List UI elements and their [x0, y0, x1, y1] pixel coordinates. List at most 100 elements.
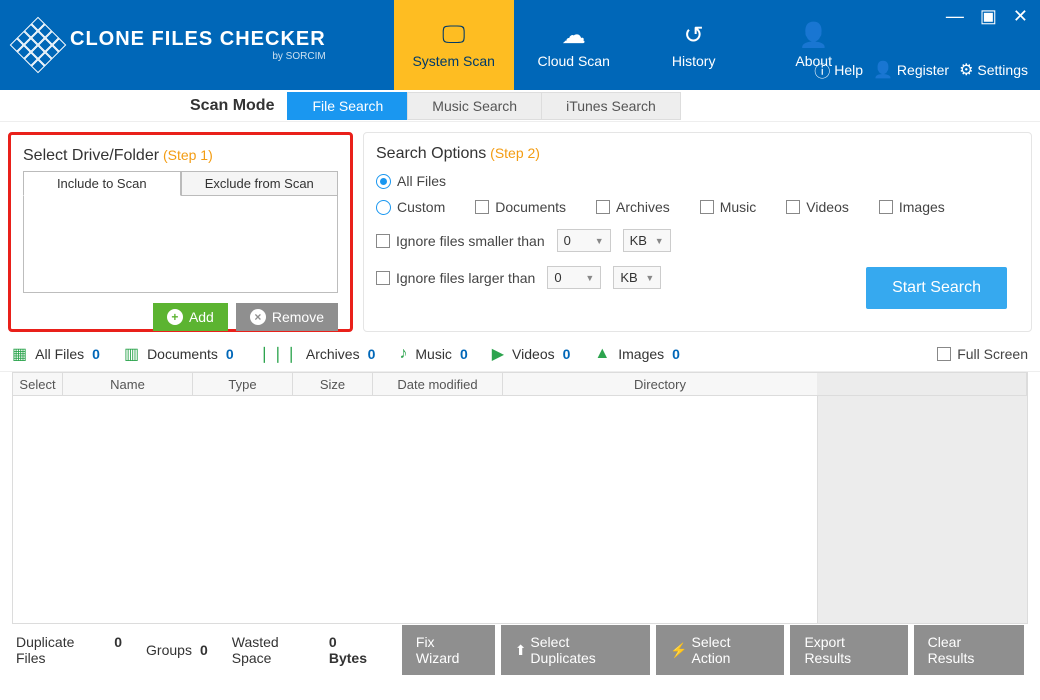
monitor-search-icon: 🖵 — [442, 21, 465, 51]
radio-custom[interactable]: Custom — [376, 199, 445, 215]
videos-icon: ▶ — [492, 344, 504, 364]
start-search-button[interactable]: Start Search — [866, 267, 1007, 309]
help-link[interactable]: ⓘHelp — [814, 58, 863, 82]
tab-file-search[interactable]: File Search — [287, 92, 408, 120]
tab-music-search[interactable]: Music Search — [407, 92, 542, 120]
all-files-icon: ▦ — [12, 344, 27, 364]
user-icon: 👤 — [873, 60, 893, 80]
logo-area: CLONE FILES CHECKER by SORCIM — [0, 0, 344, 90]
tab-exclude[interactable]: Exclude from Scan — [181, 171, 339, 196]
search-options-panel: Search Options (Step 2) All Files Custom… — [363, 132, 1032, 332]
check-ignore-larger[interactable]: Ignore files larger than — [376, 270, 535, 286]
documents-icon: ▥ — [124, 344, 139, 364]
folder-list[interactable] — [23, 195, 338, 293]
filter-music[interactable]: ♪Music 0 — [399, 345, 467, 363]
cloud-search-icon: ☁ — [562, 21, 586, 51]
check-archives[interactable]: Archives — [596, 199, 670, 215]
check-videos[interactable]: Videos — [786, 199, 849, 215]
tab-include[interactable]: Include to Scan — [23, 171, 181, 196]
step-1-label: (Step 1) — [163, 147, 213, 163]
larger-value-input[interactable]: 0▼ — [547, 266, 601, 289]
groups-label: Groups — [146, 642, 192, 658]
nav-history[interactable]: ↺ History — [634, 0, 754, 90]
window-controls: — ▣ ✕ — [942, 6, 1032, 27]
select-folder-title: Select Drive/Folder — [23, 147, 159, 164]
tab-itunes-search[interactable]: iTunes Search — [541, 92, 681, 120]
help-area: ⓘHelp 👤Register ⚙Settings — [814, 58, 1028, 82]
action-buttons: Fix Wizard ⬆Select Duplicates ⚡Select Ac… — [402, 625, 1024, 675]
scan-mode-label: Scan Mode — [190, 97, 274, 115]
col-empty — [817, 373, 1027, 395]
logo-icon — [10, 17, 67, 74]
filter-documents[interactable]: ▥Documents 0 — [124, 344, 234, 364]
col-select[interactable]: Select — [13, 373, 63, 395]
grid-body — [12, 396, 1028, 624]
mode-bar: Scan Mode File Search Music Search iTune… — [0, 90, 1040, 122]
results-grid[interactable] — [12, 396, 818, 624]
plus-icon: + — [167, 309, 183, 325]
close-button[interactable]: ✕ — [1009, 6, 1032, 27]
gear-icon: ⚙ — [959, 60, 973, 80]
chevron-down-icon: ▼ — [655, 236, 664, 246]
fix-wizard-button[interactable]: Fix Wizard — [402, 625, 495, 675]
select-folder-panel: Select Drive/Folder (Step 1) Include to … — [8, 132, 353, 332]
info-icon: ⓘ — [814, 58, 830, 82]
filter-all-files[interactable]: ▦All Files 0 — [12, 344, 100, 364]
col-date[interactable]: Date modified — [373, 373, 503, 395]
chevron-down-icon: ▼ — [585, 273, 594, 283]
radio-all-files[interactable]: All Files — [376, 173, 446, 189]
nav: 🖵 System Scan ☁ Cloud Scan ↺ History 👤 A… — [394, 0, 874, 90]
groups-value: 0 — [200, 642, 208, 658]
export-results-button[interactable]: Export Results — [790, 625, 907, 675]
settings-link[interactable]: ⚙Settings — [959, 58, 1028, 82]
history-icon: ↺ — [684, 21, 704, 51]
app-subtitle: by SORCIM — [70, 51, 326, 62]
status-bar: Duplicate Files 0 Groups 0 Wasted Space … — [0, 624, 1040, 676]
add-button[interactable]: +Add — [153, 303, 228, 331]
clear-results-button[interactable]: Clear Results — [914, 625, 1024, 675]
smaller-unit-select[interactable]: KB▼ — [623, 229, 671, 252]
col-directory[interactable]: Directory — [503, 373, 817, 395]
check-music[interactable]: Music — [700, 199, 757, 215]
col-type[interactable]: Type — [193, 373, 293, 395]
minimize-button[interactable]: — — [942, 6, 968, 27]
bolt-icon: ⚡ — [670, 642, 687, 659]
filter-archives[interactable]: ❘❘❘Archives 0 — [258, 344, 376, 364]
nav-cloud-scan[interactable]: ☁ Cloud Scan — [514, 0, 634, 90]
grid-header: Select Name Type Size Date modified Dire… — [12, 372, 1028, 396]
smaller-value-input[interactable]: 0▼ — [557, 229, 611, 252]
titlebar: CLONE FILES CHECKER by SORCIM 🖵 System S… — [0, 0, 1040, 90]
archives-icon: ❘❘❘ — [258, 344, 298, 364]
check-fullscreen[interactable]: Full Screen — [937, 346, 1028, 362]
step-2-label: (Step 2) — [490, 145, 540, 161]
chevron-down-icon: ▼ — [595, 236, 604, 246]
app-title: CLONE FILES CHECKER — [70, 28, 326, 51]
include-exclude-tabs: Include to Scan Exclude from Scan — [23, 171, 338, 196]
filter-videos[interactable]: ▶Videos 0 — [492, 344, 571, 364]
maximize-button[interactable]: ▣ — [976, 6, 1001, 27]
person-icon: 👤 — [799, 21, 829, 51]
remove-button[interactable]: ×Remove — [236, 303, 338, 331]
images-icon: ▲ — [594, 345, 610, 363]
check-images[interactable]: Images — [879, 199, 945, 215]
preview-pane — [818, 396, 1028, 624]
music-icon: ♪ — [399, 345, 407, 363]
x-icon: × — [250, 309, 266, 325]
col-name[interactable]: Name — [63, 373, 193, 395]
dup-label: Duplicate Files — [16, 634, 106, 666]
search-options-title: Search Options — [376, 145, 486, 162]
filter-images[interactable]: ▲Images 0 — [594, 345, 680, 363]
register-link[interactable]: 👤Register — [873, 58, 949, 82]
up-arrow-icon: ⬆ — [515, 642, 527, 659]
chevron-down-icon: ▼ — [645, 273, 654, 283]
check-documents[interactable]: Documents — [475, 199, 566, 215]
col-size[interactable]: Size — [293, 373, 373, 395]
select-action-button[interactable]: ⚡Select Action — [656, 625, 784, 675]
check-ignore-smaller[interactable]: Ignore files smaller than — [376, 233, 545, 249]
wasted-value: 0 Bytes — [329, 634, 378, 666]
dup-value: 0 — [114, 634, 122, 666]
content: Select Drive/Folder (Step 1) Include to … — [0, 122, 1040, 332]
nav-system-scan[interactable]: 🖵 System Scan — [394, 0, 514, 90]
larger-unit-select[interactable]: KB▼ — [613, 266, 661, 289]
select-duplicates-button[interactable]: ⬆Select Duplicates — [501, 625, 650, 675]
